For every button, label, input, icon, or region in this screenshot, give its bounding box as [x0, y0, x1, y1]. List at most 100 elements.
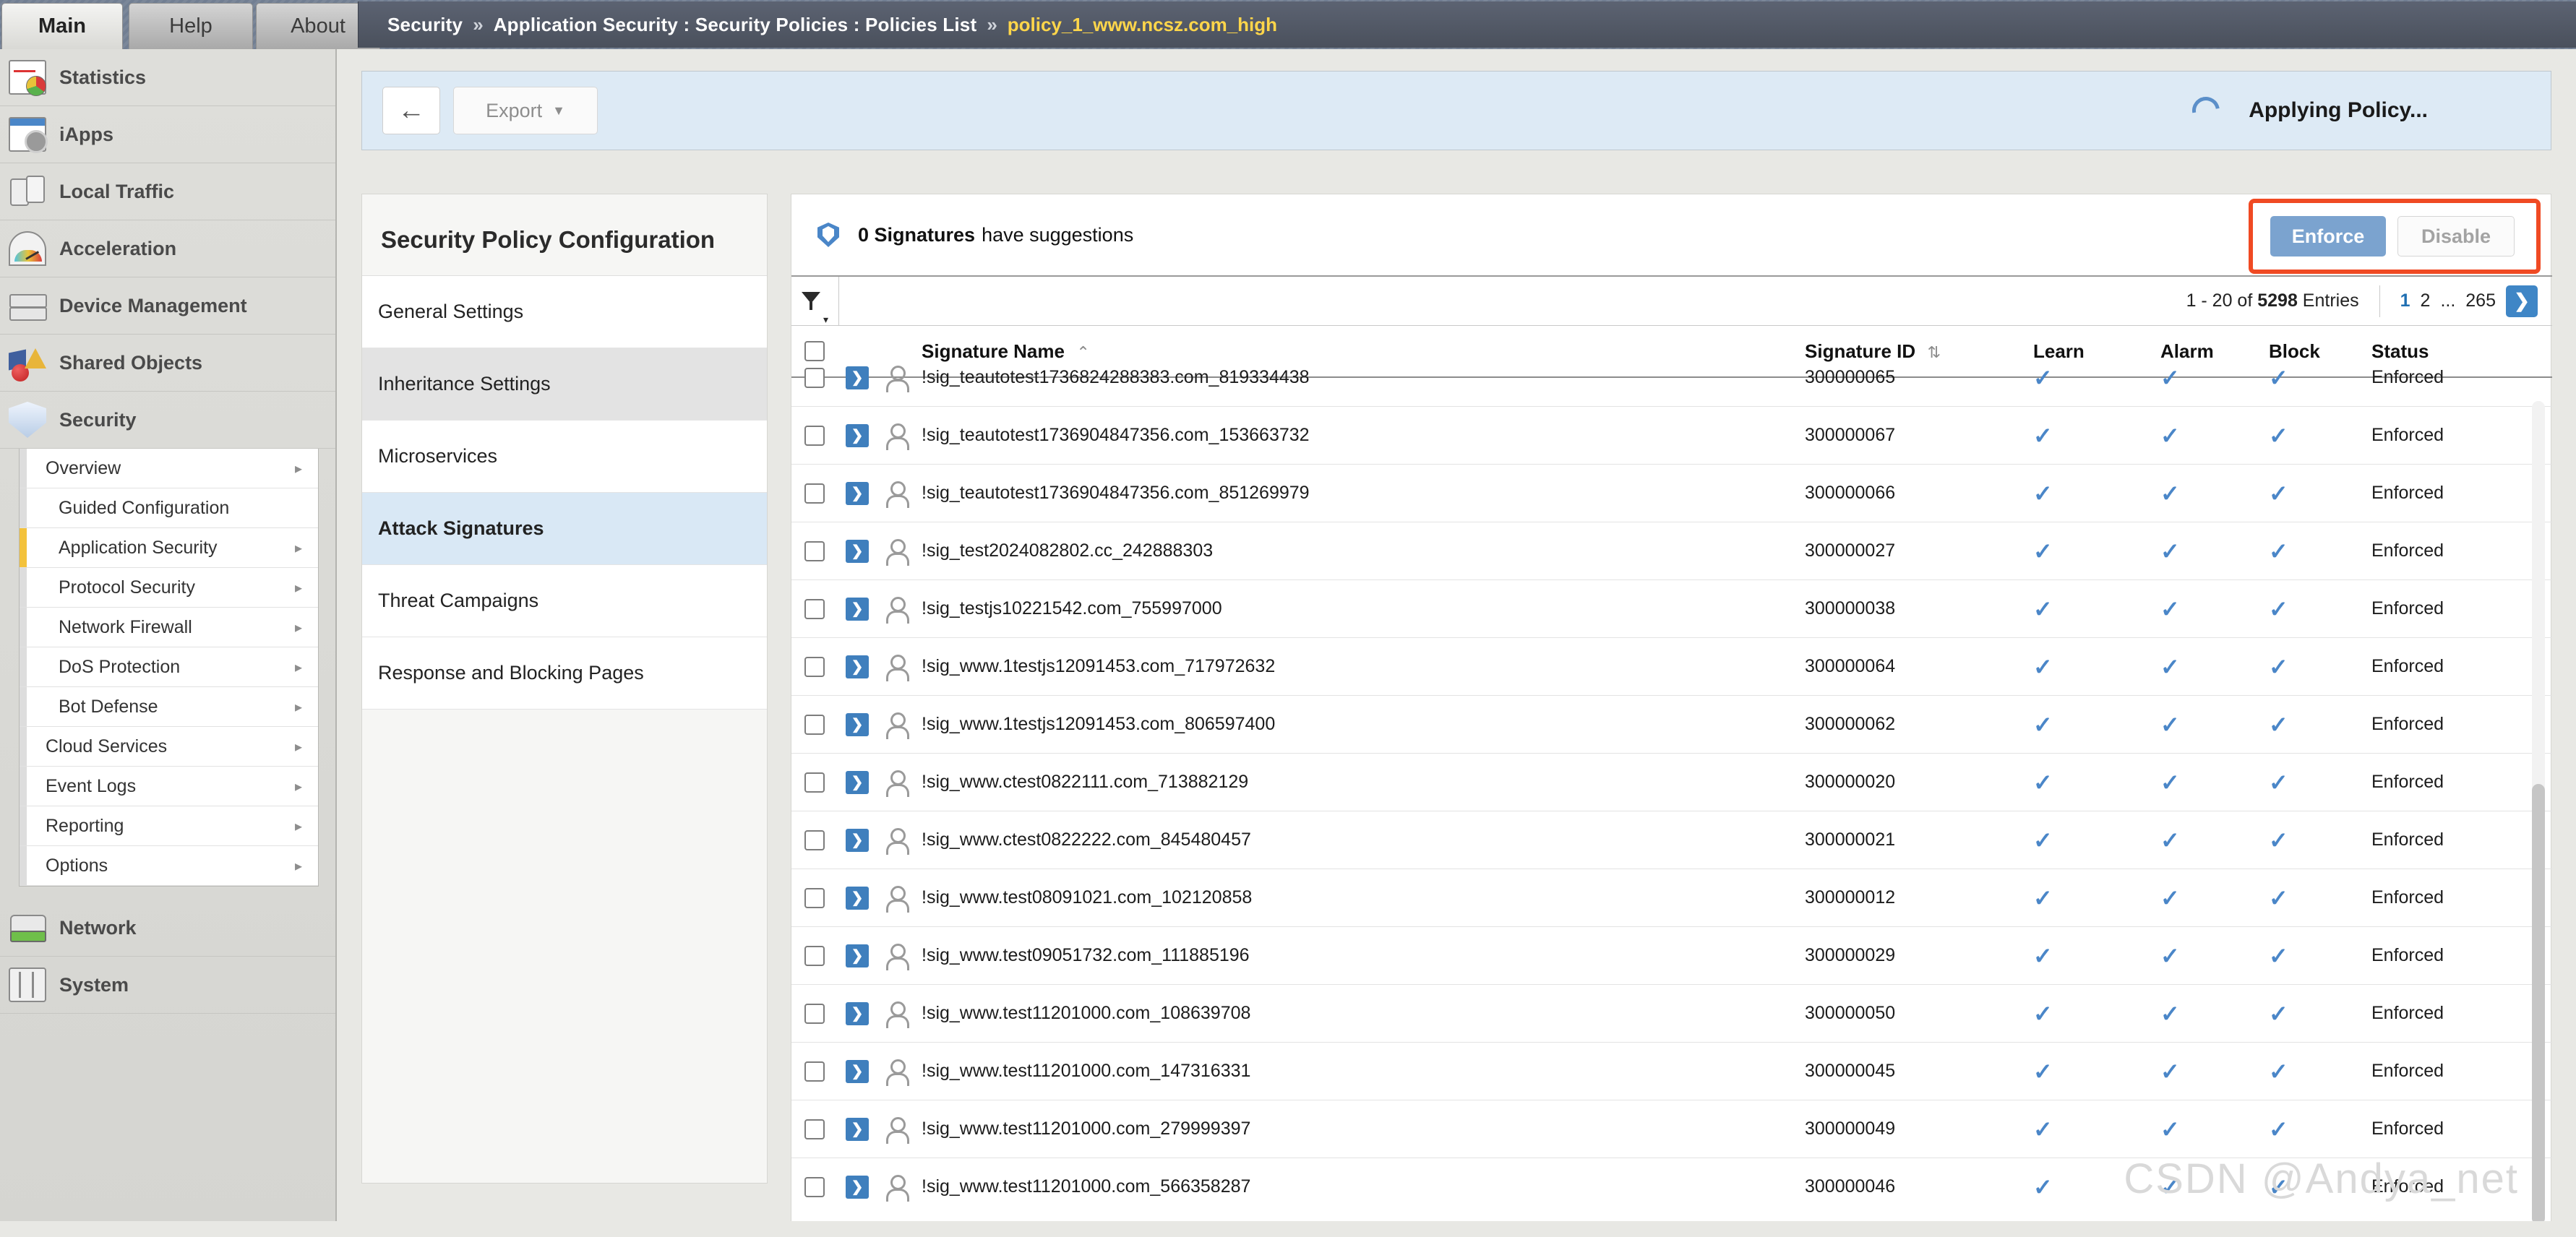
- config-item-response-and-blocking-pages[interactable]: Response and Blocking Pages: [362, 637, 767, 710]
- expand-row-button[interactable]: ❯: [838, 1176, 877, 1199]
- nav-item-acceleration[interactable]: Acceleration: [0, 220, 335, 277]
- table-row[interactable]: ❯!sig_www.test11201000.com_1086397083000…: [791, 985, 2552, 1043]
- nav-item-local-traffic[interactable]: Local Traffic: [0, 163, 335, 220]
- learn-cell: ✓: [2022, 364, 2149, 392]
- expand-row-button[interactable]: ❯: [838, 482, 877, 505]
- tab-help[interactable]: Help: [129, 3, 253, 49]
- row-checkbox[interactable]: [791, 1061, 838, 1082]
- signature-name: !sig_teautotest1736904847356.com_1536637…: [922, 425, 1310, 445]
- signatures-table-body[interactable]: ❯ !sig_teautotest1736824288383.com_819334…: [791, 349, 2552, 1202]
- table-row[interactable]: ❯!sig_www.1testjs12091453.com_8065974003…: [791, 696, 2552, 754]
- table-row[interactable]: ❯!sig_www.ctest0822111.com_7138821293000…: [791, 754, 2552, 811]
- sidebar-item-options[interactable]: Options ▸: [20, 846, 318, 886]
- scrollbar-thumb[interactable]: [2532, 784, 2545, 1225]
- row-checkbox[interactable]: [791, 426, 838, 446]
- expand-row-button[interactable]: ❯: [838, 771, 877, 794]
- nav-item-device-management[interactable]: Device Management: [0, 277, 335, 335]
- user-icon: [877, 481, 914, 506]
- row-checkbox[interactable]: [791, 1177, 838, 1197]
- expand-row-button[interactable]: ❯: [838, 540, 877, 563]
- block-cell: ✓: [2257, 1058, 2371, 1085]
- sidebar-item-reporting[interactable]: Reporting ▸: [20, 806, 318, 846]
- row-checkbox[interactable]: [791, 1119, 838, 1139]
- export-button[interactable]: Export ▼: [453, 87, 598, 134]
- config-item-microservices[interactable]: Microservices: [362, 421, 767, 493]
- nav-item-shared-objects[interactable]: Shared Objects: [0, 335, 335, 392]
- row-checkbox[interactable]: [791, 599, 838, 619]
- sidebar-item-protocol-security[interactable]: Protocol Security ▸: [20, 568, 318, 608]
- sidebar-item-application-security[interactable]: Application Security ▸: [20, 528, 318, 568]
- sidebar-item-bot-defense[interactable]: Bot Defense ▸: [20, 687, 318, 727]
- enforce-button[interactable]: Enforce: [2270, 216, 2386, 257]
- signature-name-cell: !sig_www.ctest0822111.com_713882129: [914, 772, 1805, 793]
- sidebar-item-event-logs[interactable]: Event Logs ▸: [20, 767, 318, 806]
- nav-item-system[interactable]: System: [0, 957, 335, 1014]
- breadcrumb-root[interactable]: Security: [387, 14, 463, 36]
- row-checkbox[interactable]: [791, 483, 838, 504]
- alarm-cell: ✓: [2149, 480, 2257, 507]
- expand-row-button[interactable]: ❯: [838, 1002, 877, 1025]
- breadcrumb-middle[interactable]: Application Security : Security Policies…: [494, 14, 977, 36]
- sidebar-item-overview[interactable]: Overview ▸: [20, 449, 318, 488]
- signature-name: !sig_teautotest1736824288383.com_8193344…: [922, 367, 1310, 387]
- back-button[interactable]: ←: [382, 87, 440, 134]
- row-checkbox[interactable]: [791, 541, 838, 561]
- row-checkbox[interactable]: [791, 715, 838, 735]
- expand-row-button[interactable]: ❯: [838, 598, 877, 621]
- chevron-right-icon: ❯: [846, 424, 869, 447]
- nav-item-statistics[interactable]: Statistics: [0, 49, 335, 106]
- expand-row-button[interactable]: ❯: [838, 713, 877, 736]
- table-row[interactable]: ❯!sig_test2024082802.cc_2428883033000000…: [791, 522, 2552, 580]
- expand-row-button[interactable]: ❯: [838, 655, 877, 678]
- table-row[interactable]: ❯!sig_www.1testjs12091453.com_7179726323…: [791, 638, 2552, 696]
- signature-name-cell: !sig_www.1testjs12091453.com_806597400: [914, 714, 1805, 735]
- expand-row-button[interactable]: ❯: [838, 424, 877, 447]
- expand-row-button[interactable]: ❯: [838, 887, 877, 910]
- table-row[interactable]: ❯!sig_www.ctest0822222.com_8454804573000…: [791, 811, 2552, 869]
- signature-name: !sig_www.1testjs12091453.com_806597400: [922, 714, 1275, 734]
- row-checkbox[interactable]: [791, 1004, 838, 1024]
- row-checkbox[interactable]: [791, 368, 838, 388]
- table-row[interactable]: ❯ !sig_teautotest1736904847356.com_153663…: [791, 407, 2552, 465]
- table-row[interactable]: ❯!sig_www.test11201000.com_1473163313000…: [791, 1043, 2552, 1100]
- table-scrollbar[interactable]: [2532, 401, 2545, 1225]
- table-row[interactable]: ❯!sig_teautotest1736904847356.com_851269…: [791, 465, 2552, 522]
- row-checkbox[interactable]: [791, 657, 838, 677]
- sidebar-item-guided-configuration[interactable]: Guided Configuration: [20, 488, 318, 528]
- filter-button[interactable]: ▾: [791, 277, 839, 326]
- expand-row-button[interactable]: ❯: [838, 829, 877, 852]
- expand-row-button[interactable]: ❯: [838, 366, 877, 389]
- config-item-inheritance-settings[interactable]: Inheritance Settings: [362, 348, 767, 421]
- nav-item-security[interactable]: Security: [0, 392, 335, 449]
- row-checkbox[interactable]: [791, 772, 838, 793]
- tab-main[interactable]: Main: [1, 3, 123, 49]
- expand-row-button[interactable]: ❯: [838, 1118, 877, 1141]
- page-link-2[interactable]: 2: [2421, 290, 2431, 311]
- table-row[interactable]: ❯!sig_www.test11201000.com_5663582873000…: [791, 1158, 2552, 1202]
- sidebar-item-cloud-services[interactable]: Cloud Services ▸: [20, 727, 318, 767]
- table-row[interactable]: ❯!sig_www.test11201000.com_2799993973000…: [791, 1100, 2552, 1158]
- row-checkbox[interactable]: [791, 946, 838, 966]
- expand-row-button[interactable]: ❯: [838, 944, 877, 967]
- next-page-button[interactable]: ❯: [2506, 285, 2538, 317]
- config-item-attack-signatures[interactable]: Attack Signatures: [362, 493, 767, 565]
- config-item-general-settings[interactable]: General Settings: [362, 276, 767, 348]
- page-link-265[interactable]: 265: [2465, 290, 2496, 311]
- nav-item-iapps[interactable]: iApps: [0, 106, 335, 163]
- row-checkbox[interactable]: [791, 830, 838, 850]
- row-checkbox[interactable]: [791, 888, 838, 908]
- table-row[interactable]: ❯ !sig_teautotest1736824288383.com_819334…: [791, 349, 2552, 407]
- table-row[interactable]: ❯!sig_testjs10221542.com_755997000300000…: [791, 580, 2552, 638]
- disable-button[interactable]: Disable: [2397, 216, 2515, 257]
- table-row[interactable]: ❯!sig_www.test08091021.com_1021208583000…: [791, 869, 2552, 927]
- block-cell: ✓: [2257, 480, 2371, 507]
- expand-row-button[interactable]: ❯: [838, 1060, 877, 1083]
- sidebar-item-dos-protection[interactable]: DoS Protection ▸: [20, 647, 318, 687]
- page-link-1[interactable]: 1: [2400, 290, 2410, 311]
- learn-cell: ✓: [2022, 884, 2149, 912]
- suggestion-text: have suggestions: [982, 224, 1133, 246]
- nav-item-network[interactable]: Network: [0, 900, 335, 957]
- config-item-threat-campaigns[interactable]: Threat Campaigns: [362, 565, 767, 637]
- table-row[interactable]: ❯!sig_www.test09051732.com_1118851963000…: [791, 927, 2552, 985]
- sidebar-item-network-firewall[interactable]: Network Firewall ▸: [20, 608, 318, 647]
